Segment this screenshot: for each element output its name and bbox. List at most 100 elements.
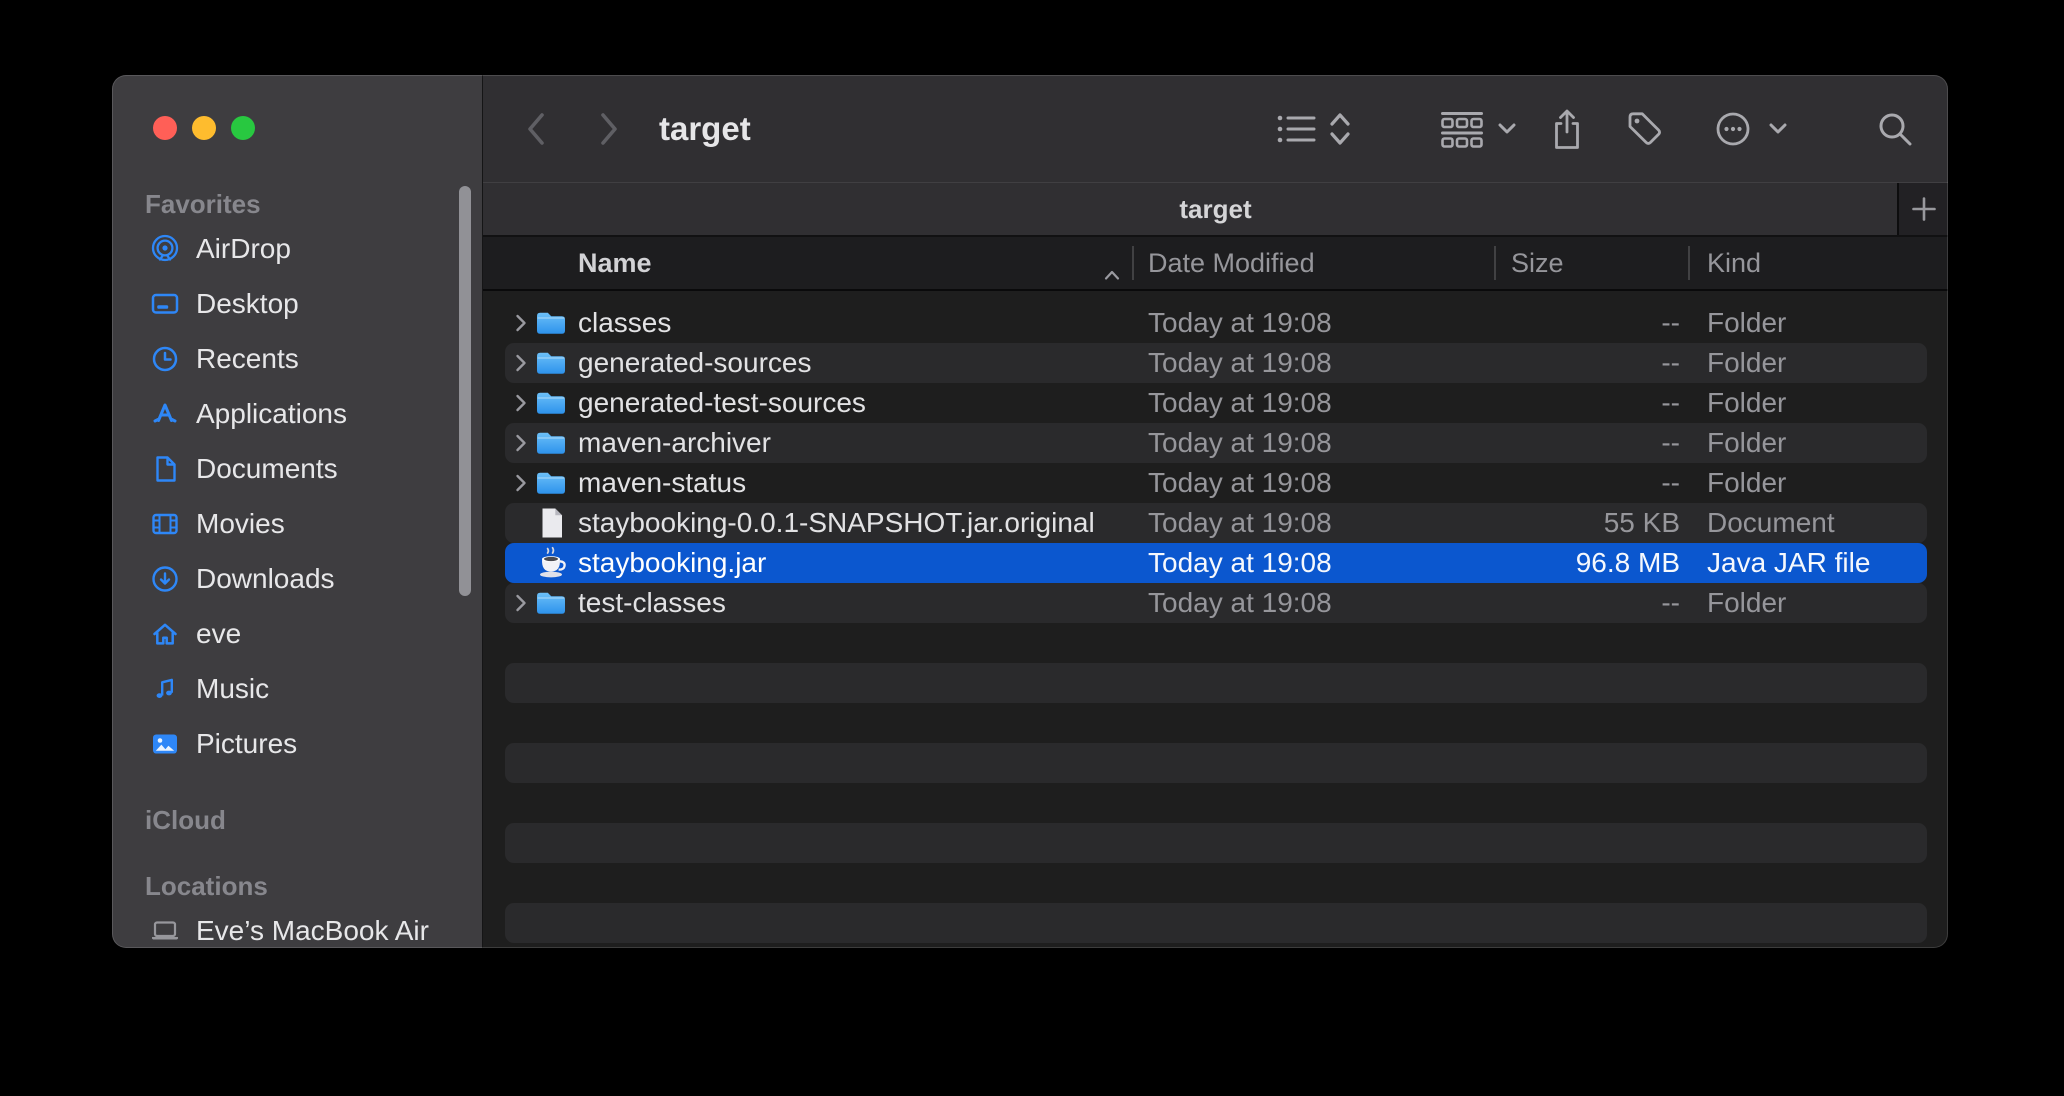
file-row-maven-archiver[interactable]: maven-archiver Today at 19:08 -- Folder xyxy=(483,423,1948,463)
file-row-staybooking-0-0-1-snapshot-jar-original[interactable]: staybooking-0.0.1-SNAPSHOT.jar.original … xyxy=(483,503,1948,543)
file-date-modified: Today at 19:08 xyxy=(1148,427,1332,458)
sidebar-item-movies[interactable]: Movies xyxy=(112,496,482,551)
sidebar-section-header: Favorites xyxy=(145,189,261,219)
empty-row xyxy=(483,943,1948,948)
group-by-chevron[interactable] xyxy=(1497,122,1517,136)
sidebar-scrollbar[interactable] xyxy=(459,186,471,596)
column-separator[interactable] xyxy=(1494,246,1496,280)
laptop-icon xyxy=(149,915,181,947)
disclosure-chevron-icon[interactable] xyxy=(515,394,527,417)
sidebar-section: iCloud xyxy=(112,803,482,837)
file-kind: Folder xyxy=(1707,347,1787,378)
sidebar-item-airdrop[interactable]: AirDrop xyxy=(112,221,482,276)
file-list-body: classes Today at 19:08 -- Folder generat… xyxy=(483,291,1948,948)
sidebar-item-applications[interactable]: Applications xyxy=(112,386,482,441)
column-header-name[interactable]: Name xyxy=(578,237,652,289)
sidebar-item-label: AirDrop xyxy=(196,232,291,264)
folder-icon xyxy=(533,345,569,381)
file-date-modified: Today at 19:08 xyxy=(1148,307,1332,338)
column-header-date-modified[interactable]: Date Modified xyxy=(1148,237,1315,289)
file-row-maven-status[interactable]: maven-status Today at 19:08 -- Folder xyxy=(483,463,1948,503)
column-header-kind[interactable]: Kind xyxy=(1707,237,1761,289)
forward-button[interactable] xyxy=(596,109,622,149)
airdrop-icon xyxy=(149,233,181,265)
music-icon xyxy=(149,673,181,705)
desktop-icon xyxy=(149,288,181,320)
disclosure-chevron-icon[interactable] xyxy=(515,314,527,337)
file-name: generated-test-sources xyxy=(578,387,866,418)
column-separator[interactable] xyxy=(1132,246,1134,280)
window-title: target xyxy=(659,109,751,147)
sort-ascending-icon xyxy=(1103,257,1121,288)
file-row-classes[interactable]: classes Today at 19:08 -- Folder xyxy=(483,303,1948,343)
share-icon xyxy=(1555,109,1579,149)
group-by-button[interactable] xyxy=(1439,109,1485,149)
chevrons-up-down-icon xyxy=(1330,112,1350,145)
more-options-chevron[interactable] xyxy=(1768,122,1788,136)
file-size: 96.8 MB xyxy=(1575,547,1680,578)
column-header-size[interactable]: Size xyxy=(1511,237,1564,289)
disclosure-chevron-icon[interactable] xyxy=(515,434,527,457)
file-name: staybooking-0.0.1-SNAPSHOT.jar.original xyxy=(578,507,1095,538)
file-name: staybooking.jar xyxy=(578,547,767,578)
home-icon xyxy=(149,618,181,650)
file-row-test-classes[interactable]: test-classes Today at 19:08 -- Folder xyxy=(483,583,1948,623)
group-by-icon xyxy=(1441,111,1483,148)
file-kind: Folder xyxy=(1707,467,1787,498)
sidebar-item-downloads[interactable]: Downloads xyxy=(112,551,482,606)
zoom-button[interactable] xyxy=(231,116,255,140)
search-icon xyxy=(1879,113,1912,145)
file-size: 55 KB xyxy=(1603,507,1680,538)
recents-icon xyxy=(149,343,181,375)
sidebar-item-label: Movies xyxy=(196,507,285,539)
sidebar-item-label: Pictures xyxy=(196,727,298,759)
file-row-generated-sources[interactable]: generated-sources Today at 19:08 -- Fold… xyxy=(483,343,1948,383)
new-tab-button[interactable] xyxy=(1897,183,1948,235)
file-date-modified: Today at 19:08 xyxy=(1148,547,1332,578)
folder-icon xyxy=(533,385,569,421)
traffic-lights xyxy=(153,116,255,140)
sidebar-item-eve-s-macbook-air[interactable]: Eve’s MacBook Air xyxy=(112,903,482,948)
empty-row xyxy=(483,703,1948,743)
view-list-button[interactable] xyxy=(1276,111,1320,147)
sidebar-item-eve[interactable]: eve xyxy=(112,606,482,661)
chevron-left-icon xyxy=(528,112,544,145)
sidebar-item-label: Desktop xyxy=(196,287,299,319)
sidebar-item-music[interactable]: Music xyxy=(112,661,482,716)
sort-direction-button[interactable] xyxy=(1328,109,1352,149)
folder-icon xyxy=(533,305,569,341)
empty-row xyxy=(483,863,1948,903)
sidebar-item-documents[interactable]: Documents xyxy=(112,441,482,496)
file-row-staybooking-jar[interactable]: staybooking.jar Today at 19:08 96.8 MB J… xyxy=(483,543,1948,583)
back-button[interactable] xyxy=(523,109,549,149)
more-options-button[interactable] xyxy=(1715,107,1751,151)
file-name: maven-status xyxy=(578,467,747,498)
empty-row xyxy=(483,623,1948,663)
file-size: -- xyxy=(1661,347,1680,378)
close-button[interactable] xyxy=(153,116,177,140)
disclosure-chevron-icon[interactable] xyxy=(515,354,527,377)
tag-button[interactable] xyxy=(1623,107,1667,151)
toolbar: target xyxy=(483,75,1948,182)
tab-target[interactable]: target xyxy=(1179,194,1251,225)
file-row-generated-test-sources[interactable]: generated-test-sources Today at 19:08 --… xyxy=(483,383,1948,423)
sidebar-item-pictures[interactable]: Pictures xyxy=(112,716,482,771)
disclosure-chevron-icon[interactable] xyxy=(515,594,527,617)
sidebar-item-label: eve xyxy=(196,617,242,649)
folder-icon xyxy=(533,585,569,621)
folder-icon xyxy=(533,425,569,461)
disclosure-chevron-icon[interactable] xyxy=(515,474,527,497)
sidebar-item-label: Recents xyxy=(196,342,299,374)
search-button[interactable] xyxy=(1875,109,1915,149)
share-button[interactable] xyxy=(1549,107,1585,151)
file-date-modified: Today at 19:08 xyxy=(1148,387,1332,418)
file-size: -- xyxy=(1661,427,1680,458)
content-pane: target target Name Date Modified Size Ki… xyxy=(483,75,1948,948)
sidebar-item-recents[interactable]: Recents xyxy=(112,331,482,386)
column-separator[interactable] xyxy=(1688,246,1690,280)
minimize-button[interactable] xyxy=(192,116,216,140)
sidebar-item-label: Applications xyxy=(196,397,347,429)
sidebar-section-header: iCloud xyxy=(145,805,226,835)
sidebar-item-desktop[interactable]: Desktop xyxy=(112,276,482,331)
file-name: test-classes xyxy=(578,587,726,618)
